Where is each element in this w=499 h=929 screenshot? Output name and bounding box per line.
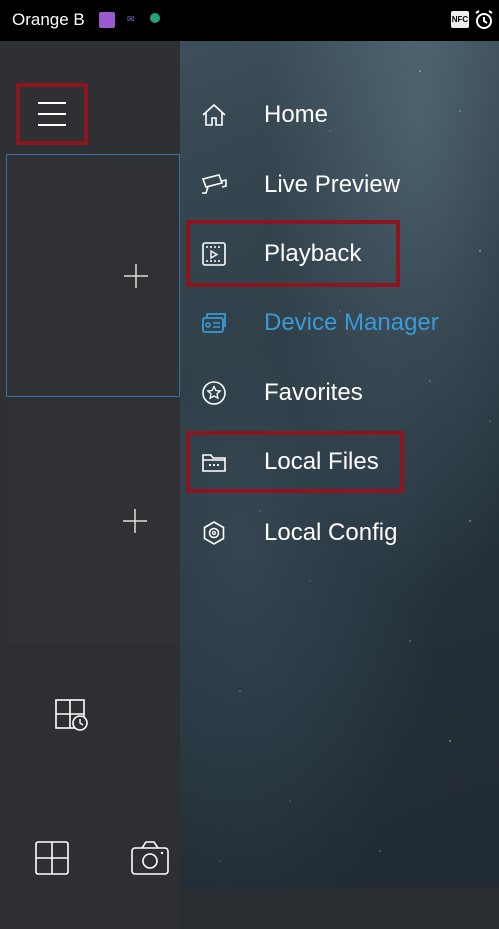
menu-item-home[interactable]: Home <box>180 87 499 143</box>
layout-schedule-icon[interactable] <box>54 698 90 732</box>
alarm-icon <box>475 10 493 29</box>
video-cell-2[interactable] <box>6 398 180 644</box>
highlight-local-files <box>186 431 404 493</box>
menu-label-device-manager: Device Manager <box>264 309 439 336</box>
hamburger-icon <box>38 102 66 126</box>
menu-label-favorites: Favorites <box>264 379 363 406</box>
menu-item-device-manager[interactable]: Device Manager <box>180 295 499 351</box>
menu-label-live-preview: Live Preview <box>264 171 401 198</box>
live-view-panel <box>0 41 180 929</box>
highlight-playback <box>186 220 400 287</box>
menu-item-favorites[interactable]: Favorites <box>180 365 499 421</box>
app-notification-icon <box>150 13 160 23</box>
home-icon <box>202 103 226 126</box>
carrier-name: Orange B <box>12 10 85 29</box>
grid-layout-icon[interactable] <box>34 840 70 876</box>
snapshot-camera-icon[interactable] <box>130 840 170 876</box>
video-cell-1[interactable] <box>6 154 180 397</box>
toolbar-area <box>0 644 180 929</box>
device-manager-icon <box>202 313 226 333</box>
add-icon[interactable] <box>122 508 148 534</box>
favorites-icon <box>202 381 226 405</box>
status-bar: Orange B ✉ NFC <box>0 0 499 41</box>
hamburger-menu-button[interactable] <box>16 83 88 145</box>
camera-icon <box>201 174 227 194</box>
mail-icon: ✉ <box>127 14 135 24</box>
nfc-icon: NFC <box>451 11 469 28</box>
add-icon[interactable] <box>123 263 149 289</box>
menu-item-live-preview[interactable]: Live Preview <box>180 157 499 213</box>
notification-icon <box>99 12 115 28</box>
menu-item-local-config[interactable]: Local Config <box>180 505 499 561</box>
menu-label-home: Home <box>264 101 329 128</box>
menu-label-local-config: Local Config <box>264 519 398 546</box>
settings-icon <box>203 521 225 545</box>
